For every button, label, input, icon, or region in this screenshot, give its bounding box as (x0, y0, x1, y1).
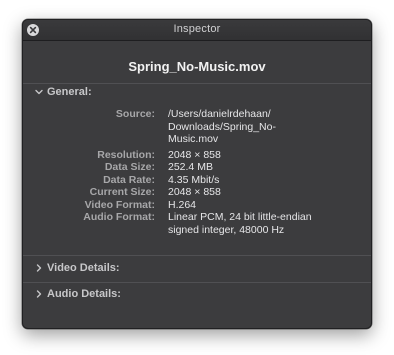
chevron-right-icon (36, 290, 42, 298)
audio-format-label: Audio Format: (83, 211, 155, 223)
file-name: Spring_No-Music.mov (128, 59, 266, 74)
property-video-format: Video Format: H.264 (23, 198, 371, 212)
property-data-size: Data Size: 252.4 MB (23, 161, 371, 174)
data-size-label: Data Size: (104, 161, 155, 173)
video-format-value: H.264 (168, 198, 197, 211)
data-rate-value: 4.35 Mbit/s (168, 173, 220, 186)
data-rate-label: Data Rate: (103, 173, 155, 186)
title-bar[interactable]: Inspector (23, 20, 371, 41)
section-general-label: General: (47, 86, 92, 98)
audio-format-value: Linear PCM, 24 bit little-endian signed … (168, 211, 312, 236)
divider (23, 282, 371, 283)
chevron-right-icon (36, 264, 42, 272)
general-properties: Source: /Users/danielrdehaan/ Downloads/… (23, 108, 371, 236)
section-general-toggle[interactable]: General: (34, 86, 92, 98)
section-audio-details-toggle[interactable]: Audio Details: (34, 288, 121, 300)
divider (23, 255, 371, 256)
resolution-value: 2048 × 858 (168, 148, 221, 161)
divider (23, 83, 371, 84)
chevron-down-icon (35, 89, 43, 95)
source-value[interactable]: /Users/danielrdehaan/ Downloads/Spring_N… (168, 108, 348, 146)
property-current-size: Current Size: 2048 × 858 (23, 186, 371, 199)
section-video-details-label: Video Details: (47, 262, 120, 274)
data-size-value: 252.4 MB (168, 161, 213, 173)
inspector-window: Inspector Spring_No-Music.mov General: S… (22, 19, 372, 329)
video-format-label: Video Format: (84, 198, 155, 211)
source-label: Source: (115, 108, 155, 120)
section-video-details-toggle[interactable]: Video Details: (34, 262, 120, 274)
property-data-rate: Data Rate: 4.35 Mbit/s (23, 173, 371, 187)
window-title: Inspector (173, 23, 221, 35)
resolution-label: Resolution: (97, 148, 155, 161)
property-resolution: Resolution: 2048 × 858 (23, 148, 371, 162)
current-size-label: Current Size: (89, 186, 155, 198)
current-size-value: 2048 × 858 (168, 186, 221, 198)
section-audio-details-label: Audio Details: (47, 288, 121, 300)
property-source: Source: /Users/danielrdehaan/ Downloads/… (23, 108, 371, 146)
property-audio-format: Audio Format: Linear PCM, 24 bit little-… (23, 211, 371, 236)
